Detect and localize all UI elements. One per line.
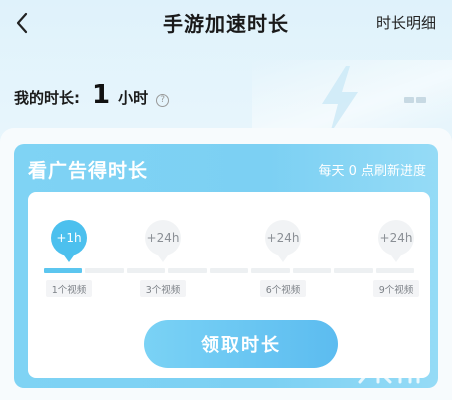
progress-segment bbox=[126, 268, 166, 273]
claim-time-button[interactable]: 领取时长 bbox=[144, 320, 338, 368]
my-time-label: 我的时长: bbox=[14, 89, 80, 107]
progress-panel: +1h +24h +24h +24h 1个视频 3个视频 6个视频 9个视频 领… bbox=[28, 192, 430, 378]
page-indicator bbox=[404, 97, 426, 103]
progress-segment bbox=[44, 268, 83, 273]
step-badge: +24h bbox=[379, 231, 413, 245]
card-title: 看广告得时长 bbox=[28, 160, 149, 182]
progress-segment bbox=[209, 268, 249, 273]
progress-segment bbox=[251, 268, 290, 273]
progress-track bbox=[44, 268, 414, 273]
my-time-summary: 我的时长: 1 小时 ? bbox=[14, 80, 170, 110]
time-detail-link[interactable]: 时长明细 bbox=[376, 12, 436, 33]
step-badge: +1h bbox=[56, 231, 82, 245]
refresh-note: 每天 0 点刷新进度 bbox=[318, 164, 426, 179]
progress-segment bbox=[334, 268, 373, 273]
my-time-value: 1 bbox=[92, 80, 111, 110]
step-label-3: 6个视频 bbox=[260, 280, 306, 297]
progress-segment bbox=[375, 268, 414, 273]
step-node-3: +24h bbox=[265, 220, 301, 262]
step-badge: +24h bbox=[266, 231, 300, 245]
progress-segment bbox=[292, 268, 332, 273]
step-node-1: +1h bbox=[51, 220, 87, 262]
my-time-unit: 小时 bbox=[118, 89, 149, 107]
step-node-4: +24h bbox=[378, 220, 414, 262]
step-badge: +24h bbox=[146, 231, 180, 245]
header: 手游加速时长 时长明细 bbox=[0, 0, 452, 46]
ad-reward-card: 看广告得时长 每天 0 点刷新进度 +1h +24h +24h +24h 1个视… bbox=[14, 144, 438, 388]
step-label-4: 9个视频 bbox=[373, 280, 419, 297]
progress-segment bbox=[85, 268, 124, 273]
step-node-2: +24h bbox=[145, 220, 181, 262]
step-label-2: 3个视频 bbox=[140, 280, 186, 297]
question-circle-icon[interactable]: ? bbox=[156, 93, 170, 107]
progress-segment bbox=[168, 268, 207, 273]
step-label-1: 1个视频 bbox=[46, 280, 92, 297]
